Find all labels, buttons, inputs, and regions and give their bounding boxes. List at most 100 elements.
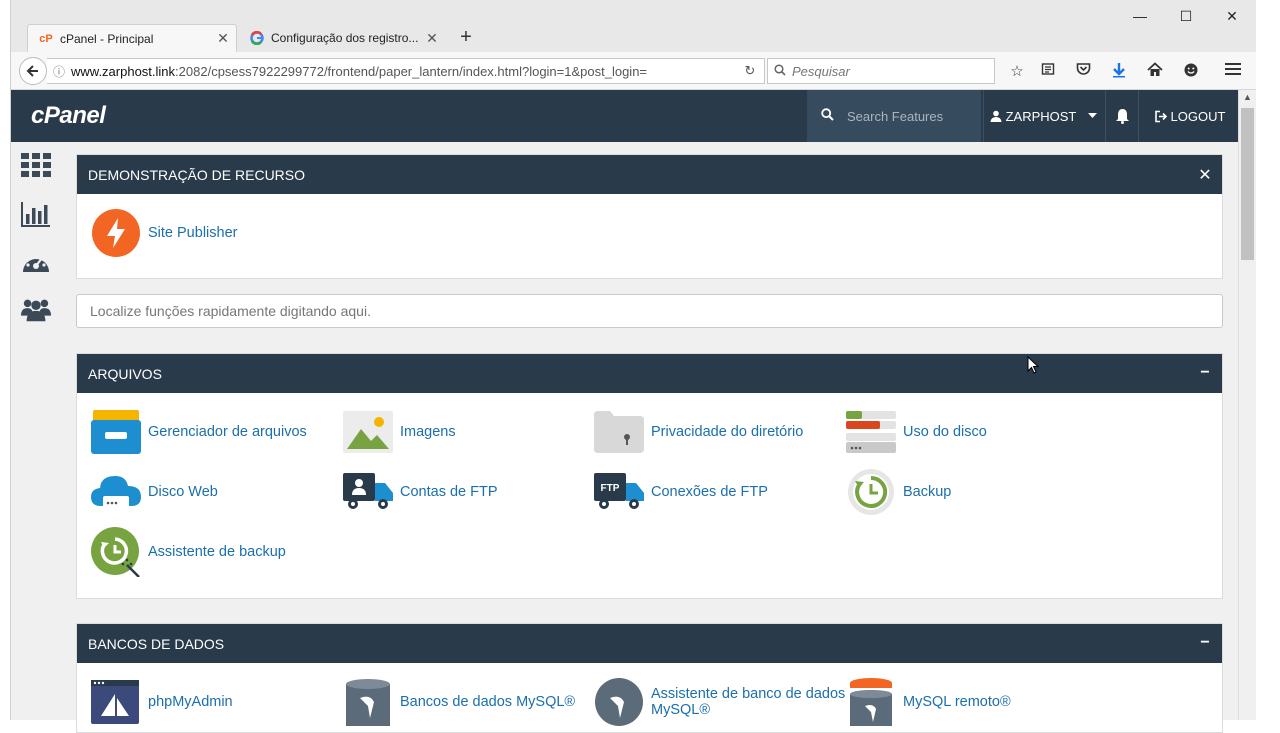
backup-icon xyxy=(846,467,896,517)
feature-web-disk[interactable]: Disco Web xyxy=(91,467,218,517)
feature-label: Contas de FTP xyxy=(400,484,498,500)
web-disk-icon xyxy=(91,467,141,517)
tab-cpanel[interactable]: cP cPanel - Principal ✕ xyxy=(27,24,237,52)
ftp-accounts-icon xyxy=(343,467,393,517)
user-menu-button[interactable]: ZARPHOST xyxy=(983,90,1103,142)
logout-button[interactable]: LOGOUT xyxy=(1141,90,1238,142)
home-icon[interactable] xyxy=(1145,62,1165,82)
ftp-connections-icon: FTP xyxy=(594,467,644,517)
close-icon[interactable]: ✕ xyxy=(1198,165,1212,184)
disk-usage-icon xyxy=(846,407,896,457)
feature-file-manager[interactable]: Gerenciador de arquivos xyxy=(91,407,307,457)
panel-title: DEMONSTRAÇÃO DE RECURSO xyxy=(88,166,306,183)
search-icon xyxy=(807,108,847,124)
backup-wizard-icon xyxy=(91,527,141,577)
search-placeholder: Pesquisar xyxy=(792,63,850,79)
cpanel-favicon-icon: cP xyxy=(39,32,53,45)
reload-icon[interactable]: ↻ xyxy=(736,63,764,79)
url-host: www.zarphost.link xyxy=(71,63,176,79)
scrollbar-thumb[interactable] xyxy=(1241,108,1254,260)
cpanel-sidebar xyxy=(11,142,61,720)
close-tab-icon[interactable]: ✕ xyxy=(423,30,441,47)
dashboard-gauge-icon[interactable] xyxy=(21,248,51,278)
maximize-icon[interactable]: ☐ xyxy=(1163,8,1209,25)
reading-list-icon[interactable] xyxy=(1038,62,1058,82)
collapse-icon[interactable]: − xyxy=(1198,634,1212,652)
back-arrow-icon xyxy=(26,65,38,77)
bell-icon xyxy=(1115,109,1129,124)
feature-backup-wizard[interactable]: Assistente de backup xyxy=(91,527,286,577)
feature-label: Imagens xyxy=(400,424,456,440)
site-publisher-icon xyxy=(91,208,141,258)
download-icon[interactable] xyxy=(1109,62,1129,82)
feature-label: Bancos de dados MySQL® xyxy=(400,694,576,710)
feature-label: Assistente de backup xyxy=(148,544,286,560)
feature-ftp-accounts[interactable]: Contas de FTP xyxy=(343,467,498,517)
caret-down-icon xyxy=(1088,113,1098,118)
images-icon xyxy=(343,407,393,457)
back-button[interactable] xyxy=(19,57,47,85)
files-header[interactable]: ARQUIVOS − xyxy=(77,354,1222,393)
databases-header[interactable]: BANCOS DE DADOS − xyxy=(77,624,1222,663)
google-favicon-icon xyxy=(249,30,265,46)
logout-icon xyxy=(1154,110,1167,122)
feature-images[interactable]: Imagens xyxy=(343,407,456,457)
address-bar[interactable]: ⓘ www.zarphost.link:2082/cpsess792229977… xyxy=(47,58,765,84)
feature-showcase-header[interactable]: DEMONSTRAÇÃO DE RECURSO ✕ xyxy=(77,155,1222,194)
home-grid-icon[interactable] xyxy=(21,150,51,180)
close-window-icon[interactable]: ✕ xyxy=(1209,8,1255,25)
directory-privacy-icon xyxy=(594,407,644,457)
feature-label: Privacidade do diretório xyxy=(651,424,804,440)
feature-label: Gerenciador de arquivos xyxy=(148,424,307,440)
users-group-icon[interactable] xyxy=(21,294,51,324)
feature-search-placeholder: Search Features xyxy=(847,108,944,124)
scroll-up-icon[interactable]: ▲ xyxy=(1239,92,1256,102)
feature-label: Disco Web xyxy=(148,484,218,500)
mouse-cursor-icon xyxy=(1027,355,1040,374)
feature-directory-privacy[interactable]: Privacidade do diretório xyxy=(594,407,803,457)
tab-strip: cP cPanel - Principal ✕ Configuração dos… xyxy=(11,0,1256,52)
menu-icon[interactable] xyxy=(1223,62,1243,82)
feature-ftp-connections[interactable]: FTP Conexões de FTP xyxy=(594,467,768,517)
logout-label: LOGOUT xyxy=(1170,108,1226,124)
statistics-chart-icon[interactable] xyxy=(21,199,51,229)
notifications-button[interactable] xyxy=(1105,90,1139,142)
username-label: ZARPHOST xyxy=(1005,108,1077,124)
feature-search-input[interactable]: Search Features xyxy=(807,90,981,142)
url-text: www.zarphost.link:2082/cpsess7922299772/… xyxy=(71,64,736,79)
file-manager-icon xyxy=(91,407,141,457)
feature-label: phpMyAdmin xyxy=(148,694,233,710)
tab-title: cPanel - Principal xyxy=(60,31,154,46)
feature-label: MySQL remoto® xyxy=(903,694,1011,710)
feature-showcase-panel: DEMONSTRAÇÃO DE RECURSO ✕ Site Publisher xyxy=(76,154,1223,279)
pocket-icon[interactable] xyxy=(1073,62,1093,82)
user-icon xyxy=(990,110,1002,122)
info-icon[interactable]: ⓘ xyxy=(47,63,71,80)
navigation-bar: ⓘ www.zarphost.link:2082/cpsess792229977… xyxy=(11,52,1256,90)
databases-panel: BANCOS DE DADOS − phpMyAdmin Bancos de d… xyxy=(76,623,1223,733)
url-path: :2082/cpsess7922299772/frontend/paper_la… xyxy=(175,63,648,79)
tab-title: Configuração dos registro... xyxy=(271,31,419,45)
quick-find-input[interactable]: Localize funções rapidamente digitando a… xyxy=(76,294,1223,328)
files-panel: ARQUIVOS − Gerenciador de arquivos Image… xyxy=(76,353,1223,599)
feature-backup[interactable]: Backup xyxy=(846,467,951,517)
cpanel-logo[interactable]: cPanel xyxy=(31,102,106,130)
cpanel-content: DEMONSTRAÇÃO DE RECURSO ✕ Site Publisher… xyxy=(61,142,1238,733)
browser-search-input[interactable]: Pesquisar xyxy=(767,58,995,84)
panel-title: BANCOS DE DADOS xyxy=(88,635,225,652)
feature-disk-usage[interactable]: Uso do disco xyxy=(846,407,987,457)
collapse-icon[interactable]: − xyxy=(1198,364,1212,382)
new-tab-button[interactable]: + xyxy=(455,26,477,48)
hello-icon[interactable] xyxy=(1181,62,1201,82)
vertical-scrollbar[interactable]: ▲ xyxy=(1238,90,1256,720)
quick-find-placeholder: Localize funções rapidamente digitando a… xyxy=(90,303,371,319)
minimize-icon[interactable]: — xyxy=(1117,8,1163,24)
browser-window: cP cPanel - Principal ✕ Configuração dos… xyxy=(10,0,1256,733)
close-tab-icon[interactable]: ✕ xyxy=(214,30,232,47)
feature-site-publisher[interactable]: Site Publisher xyxy=(91,208,237,258)
feature-label: Assistente de banco de dados MySQL® xyxy=(651,686,846,718)
svg-text:FTP: FTP xyxy=(601,483,620,494)
bookmark-star-icon[interactable]: ☆ xyxy=(1007,62,1027,82)
tab-google[interactable]: Configuração dos registro... ✕ xyxy=(239,24,445,52)
search-icon xyxy=(768,63,792,79)
